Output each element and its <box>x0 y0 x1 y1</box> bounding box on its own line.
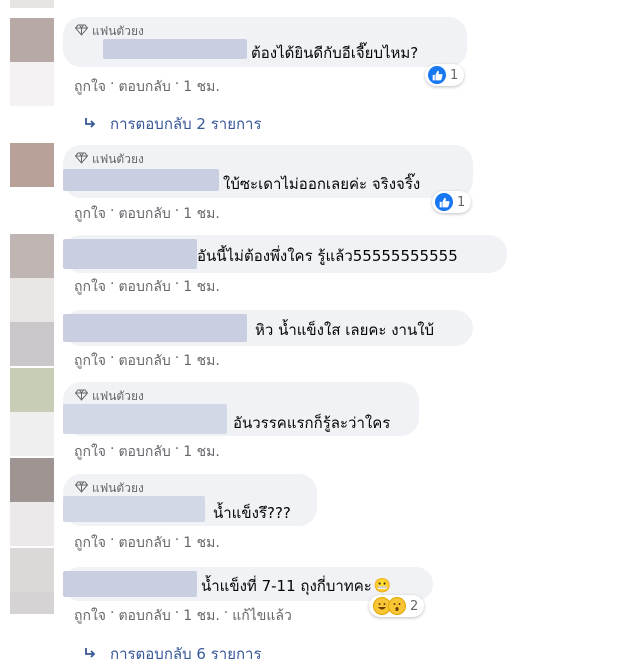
comment-bubble: แฟนตัวยง อันวรรคแรกก็รู้ละว่าใคร <box>63 382 419 436</box>
avatar[interactable] <box>10 322 54 366</box>
comment-text: อันนี้ไม่ต้องพึ่งใคร รู้แล้ว55555555555 <box>197 247 458 265</box>
avatar[interactable] <box>10 458 54 546</box>
avatar[interactable] <box>10 548 54 614</box>
reaction-count: 2 <box>410 598 419 614</box>
reply-arrow-icon <box>84 645 98 663</box>
like-link[interactable]: ถูกใจ <box>74 76 106 98</box>
timestamp[interactable]: 1 ชม. <box>183 350 220 372</box>
comment-bubble: แฟนตัวยง ใบ้ซะเดาไม่ออกเลยค่ะ จริงจริ๊ง <box>63 145 473 198</box>
comment-bubble: หิว น้ำแข็งใส เลยคะ งานใบ้ <box>63 310 473 346</box>
comment-actions: ถูกใจ · ตอบกลับ · 1 ชม. <box>74 203 220 225</box>
avatar[interactable] <box>10 368 54 456</box>
reaction-summary[interactable]: 2 <box>369 595 425 617</box>
reaction-count: 1 <box>450 67 459 83</box>
timestamp[interactable]: 1 ชม. <box>183 532 220 554</box>
comment-bubble: อันนี้ไม่ต้องพึ่งใคร รู้แล้ว55555555555 <box>63 235 507 273</box>
reply-link[interactable]: ตอบกลับ <box>118 532 170 554</box>
diamond-icon <box>74 389 89 404</box>
redacted-name <box>63 404 227 434</box>
comment-actions: ถูกใจ · ตอบกลับ · 1 ชม. <box>74 441 220 463</box>
reply-link[interactable]: ตอบกลับ <box>118 605 170 627</box>
like-reaction-icon <box>435 193 453 211</box>
comment-actions: ถูกใจ · ตอบกลับ · 1 ชม. <box>74 276 220 298</box>
reply-link[interactable]: ตอบกลับ <box>118 203 170 225</box>
comment-actions: ถูกใจ · ตอบกลับ · 1 ชม. · แก้ไขแล้ว <box>74 605 292 627</box>
comment-text: หิว น้ำแข็งใส เลยคะ งานใบ้ <box>255 321 435 339</box>
avatar[interactable] <box>10 18 54 106</box>
timestamp[interactable]: 1 ชม. <box>183 203 220 225</box>
timestamp[interactable]: 1 ชม. <box>183 605 220 627</box>
comment-bubble: แฟนตัวยง น้ำแข็งรึ??? <box>63 474 317 526</box>
like-link[interactable]: ถูกใจ <box>74 605 106 627</box>
avatar[interactable] <box>10 143 54 187</box>
view-replies-link[interactable]: การตอบกลับ 2 รายการ <box>84 112 262 136</box>
reaction-summary[interactable]: 1 <box>432 191 472 213</box>
comment-actions: ถูกใจ · ตอบกลับ · 1 ชม. <box>74 76 220 98</box>
reaction-count: 1 <box>457 194 466 210</box>
reply-arrow-icon <box>84 115 98 133</box>
comment-actions: ถูกใจ · ตอบกลับ · 1 ชม. <box>74 532 220 554</box>
timestamp[interactable]: 1 ชม. <box>183 276 220 298</box>
diamond-icon <box>74 152 89 167</box>
redacted-name <box>63 314 247 342</box>
redacted-name <box>63 496 205 522</box>
top-fan-label: แฟนตัวยง <box>92 152 144 166</box>
timestamp[interactable]: 1 ชม. <box>183 76 220 98</box>
avatar[interactable] <box>10 234 54 322</box>
like-link[interactable]: ถูกใจ <box>74 203 106 225</box>
diamond-icon <box>74 481 89 496</box>
top-fan-badge[interactable]: แฟนตัวยง <box>74 150 144 169</box>
reply-link[interactable]: ตอบกลับ <box>118 276 170 298</box>
redacted-name <box>63 239 197 269</box>
reaction-summary[interactable]: 1 <box>425 64 465 86</box>
comment-text: ต้องได้ยินดีกับอีเจี๊ยบไหม? <box>251 44 419 62</box>
like-link[interactable]: ถูกใจ <box>74 441 106 463</box>
redacted-name <box>63 169 219 191</box>
comment-text: อันวรรคแรกก็รู้ละว่าใคร <box>233 414 391 432</box>
comment-text: น้ำแข็งที่ 7-11 ถุงกี่บาทคะ 😬 <box>201 577 392 595</box>
comment-text: น้ำแข็งรึ??? <box>213 504 291 522</box>
view-replies-label: การตอบกลับ 2 รายการ <box>110 115 262 133</box>
comment-bubble: แฟนตัวยง ต้องได้ยินดีกับอีเจี๊ยบไหม? <box>63 17 467 67</box>
view-replies-link[interactable]: การตอบกลับ 6 รายการ <box>84 642 262 666</box>
like-link[interactable]: ถูกใจ <box>74 532 106 554</box>
diamond-icon <box>74 24 89 39</box>
like-reaction-icon <box>428 66 446 84</box>
view-replies-label: การตอบกลับ 6 รายการ <box>110 645 262 663</box>
timestamp[interactable]: 1 ชม. <box>183 441 220 463</box>
like-link[interactable]: ถูกใจ <box>74 276 106 298</box>
like-link[interactable]: ถูกใจ <box>74 350 106 372</box>
edited-label[interactable]: แก้ไขแล้ว <box>232 605 292 627</box>
reply-link[interactable]: ตอบกลับ <box>118 441 170 463</box>
comment-text: ใบ้ซะเดาไม่ออกเลยค่ะ จริงจริ๊ง <box>223 175 421 193</box>
reply-link[interactable]: ตอบกลับ <box>118 76 170 98</box>
comment-actions: ถูกใจ · ตอบกลับ · 1 ชม. <box>74 350 220 372</box>
reply-link[interactable]: ตอบกลับ <box>118 350 170 372</box>
redacted-name <box>103 39 247 59</box>
avatar-partial <box>10 0 54 8</box>
redacted-name <box>63 571 197 597</box>
grimace-emoji: 😬 <box>373 578 392 594</box>
wow-reaction-icon <box>388 597 406 615</box>
